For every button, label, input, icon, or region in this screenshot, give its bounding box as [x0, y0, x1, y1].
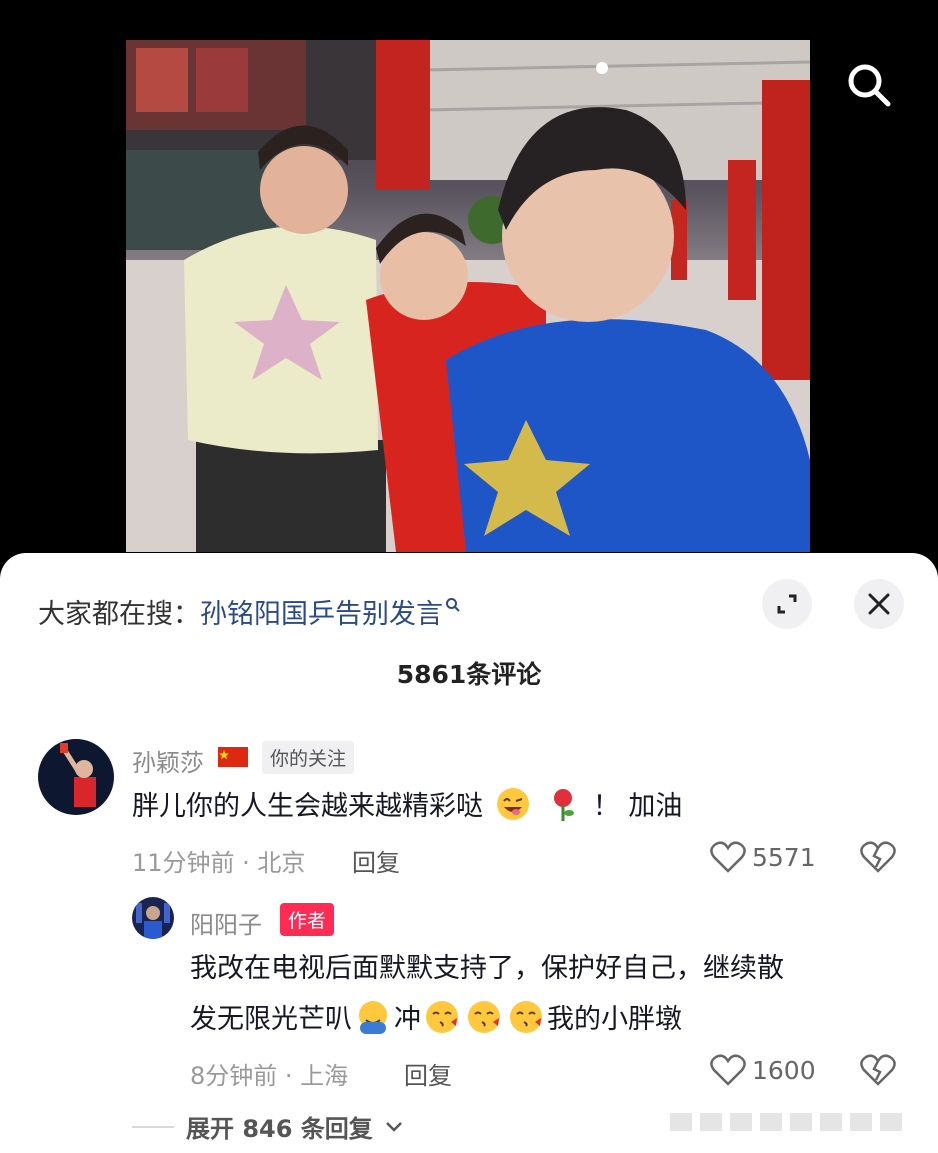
chevron-down-icon: [385, 1121, 402, 1132]
heart-icon: [710, 1054, 746, 1086]
reply-dislike-button[interactable]: [860, 1054, 896, 1090]
like-count: 5571: [752, 842, 816, 872]
video-area[interactable]: [0, 0, 938, 570]
heart-icon: [710, 841, 746, 873]
close-button[interactable]: [854, 579, 904, 629]
china-flag-icon: [218, 747, 248, 771]
broken-heart-icon: [860, 841, 896, 873]
kiss-emoji: [465, 998, 503, 1036]
search-button[interactable]: [842, 58, 898, 114]
reply-text-a: 发无限光芒叭: [190, 1004, 352, 1035]
avatar[interactable]: [38, 739, 114, 815]
follow-tag: 你的关注: [262, 741, 355, 774]
kiss-emoji: [507, 998, 545, 1036]
kiss-emoji: [423, 998, 461, 1036]
reply-avatar[interactable]: [132, 897, 174, 939]
rose-emoji: [544, 785, 582, 823]
comment-username[interactable]: 孙颖莎: [132, 743, 204, 778]
reply-reply-button[interactable]: 回复: [404, 1056, 452, 1091]
reply-text-c: 我的小胖墩: [547, 1004, 682, 1035]
trending-query-link[interactable]: 孙铭阳国乒告别发言: [200, 599, 443, 630]
selfie-illustration: [126, 40, 810, 552]
hug-emoji: [354, 998, 392, 1036]
avatar-image: [38, 739, 114, 815]
reply-like-count: 1600: [752, 1055, 816, 1085]
comment-count: 5861条评论: [396, 660, 542, 689]
reply-button[interactable]: 回复: [352, 843, 400, 878]
grinning-tongue-emoji: [494, 785, 532, 823]
video-photo[interactable]: [126, 40, 810, 552]
comment-text: 胖儿你的人生会越来越精彩哒 ！ 加油: [132, 781, 682, 832]
reply-time-location: 8分钟前 · 上海: [190, 1062, 349, 1090]
watermark: [670, 1109, 920, 1135]
mini-search-icon: [445, 589, 461, 620]
comment-panel: 大家都在搜：孙铭阳国乒告别发言 5861条评论 孙颖莎 你的关注 胖儿你的人生会…: [0, 553, 938, 1153]
expand-replies-label: 展开 846 条回复: [186, 1115, 373, 1143]
expand-button[interactable]: [762, 579, 812, 629]
reply-username[interactable]: 阳阳子: [190, 905, 262, 940]
broken-heart-icon: [860, 1054, 896, 1086]
expand-icon: [777, 594, 797, 614]
reply-avatar-image: [132, 897, 174, 939]
reply-like-button[interactable]: 1600: [710, 1054, 816, 1086]
dislike-button[interactable]: [860, 841, 896, 877]
comment-text-main: 胖儿你的人生会越来越精彩哒: [132, 791, 483, 822]
reply-text-line2: 发无限光芒叭 冲 我的小胖墩: [190, 994, 682, 1045]
like-button[interactable]: 5571: [710, 841, 816, 873]
comment-text-tail: ！ 加油: [592, 791, 683, 822]
close-icon: [868, 593, 890, 615]
expand-replies-button[interactable]: 展开 846 条回复: [132, 1109, 403, 1144]
comment-time-location: 11分钟前 · 北京: [132, 849, 306, 877]
search-icon: [848, 64, 891, 107]
reply-text-line1: 我改在电视后面默默支持了，保护好自己，继续散: [190, 953, 784, 984]
reply-text-b: 冲: [394, 1004, 421, 1035]
trending-prefix: 大家都在搜：: [38, 599, 200, 630]
trending-search[interactable]: 大家都在搜：孙铭阳国乒告别发言: [38, 589, 461, 631]
divider-line: [132, 1125, 174, 1128]
author-tag: 作者: [280, 903, 335, 936]
